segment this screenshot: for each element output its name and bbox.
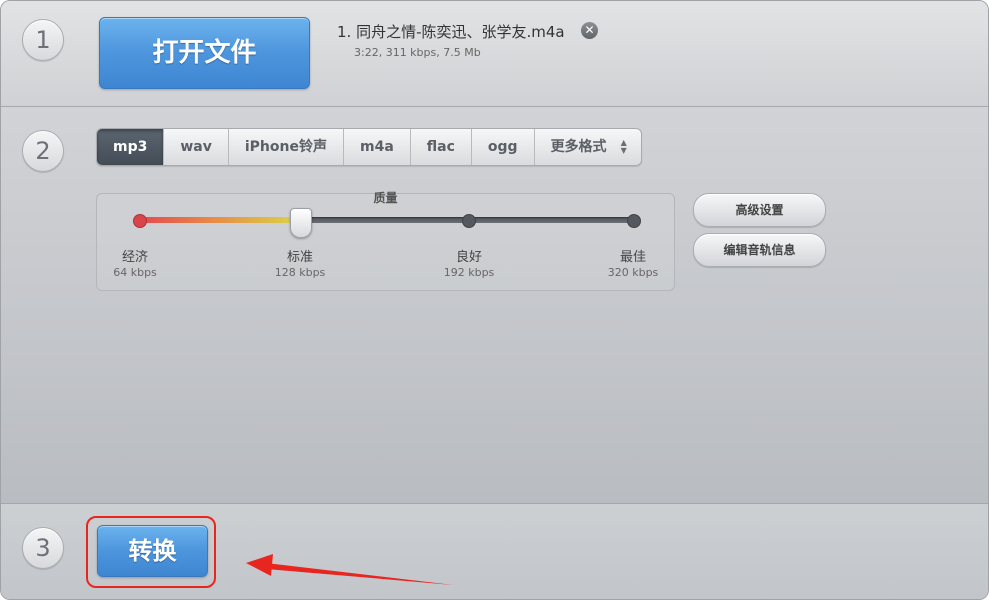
audio-converter-window: 1 打开文件 1. 同舟之情-陈奕迅、张学友.m4a ✕ 3:22, 311 k… bbox=[0, 0, 989, 600]
annotation-arrow-icon bbox=[246, 554, 453, 585]
